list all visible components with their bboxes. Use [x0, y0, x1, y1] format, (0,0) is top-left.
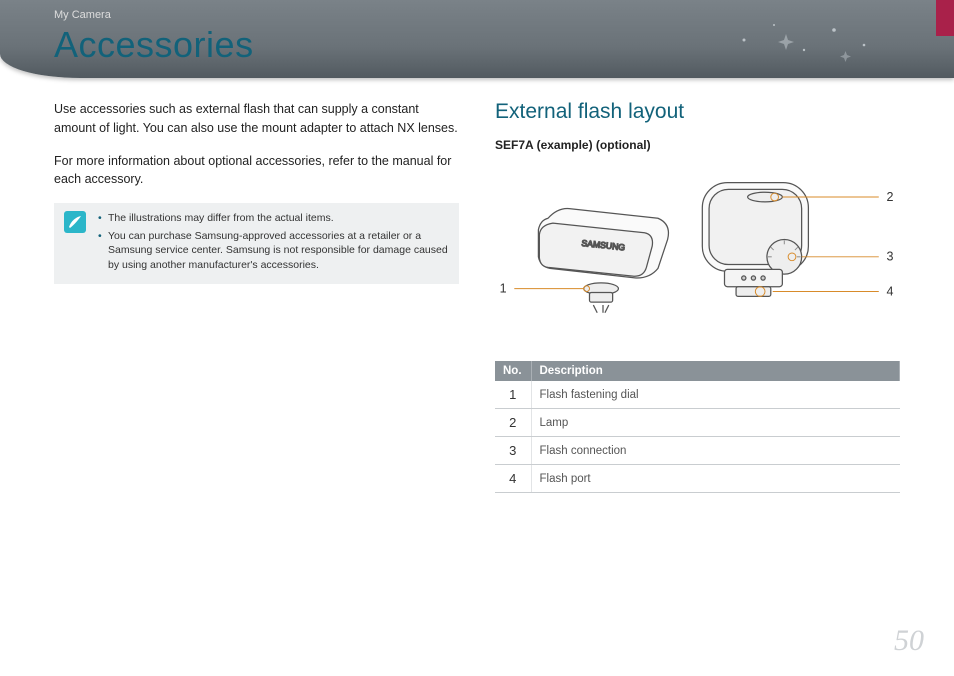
table-row: 4 Flash port [495, 465, 900, 493]
model-subhead: SEF7A (example) (optional) [495, 138, 900, 152]
cell-no: 3 [495, 437, 531, 465]
intro-paragraph-2: For more information about optional acce… [54, 152, 459, 190]
table-row: 1 Flash fastening dial [495, 381, 900, 409]
note-item: The illustrations may differ from the ac… [98, 211, 449, 226]
page-number: 50 [894, 624, 924, 658]
col-header-desc: Description [531, 361, 900, 381]
cell-desc: Flash port [531, 465, 900, 493]
table-row: 3 Flash connection [495, 437, 900, 465]
svg-text:2: 2 [887, 190, 894, 204]
col-header-no: No. [495, 361, 531, 381]
flash-rear-view [702, 183, 808, 297]
note-box: The illustrations may differ from the ac… [54, 203, 459, 284]
sparkle-decoration [724, 10, 884, 70]
section-title: External flash layout [495, 100, 900, 124]
note-icon [64, 211, 86, 233]
brand-accent [936, 0, 954, 36]
table-row: 2 Lamp [495, 409, 900, 437]
page-title: Accessories [54, 24, 254, 66]
callout-1: 1 [500, 282, 590, 296]
cell-no: 2 [495, 409, 531, 437]
note-item: You can purchase Samsung-approved access… [98, 229, 449, 273]
cell-no: 4 [495, 465, 531, 493]
cell-desc: Lamp [531, 409, 900, 437]
intro-paragraph-1: Use accessories such as external flash t… [54, 100, 459, 138]
svg-text:4: 4 [887, 284, 894, 298]
note-list: The illustrations may differ from the ac… [98, 211, 449, 276]
breadcrumb: My Camera [54, 9, 111, 21]
content-area: Use accessories such as external flash t… [54, 100, 900, 493]
svg-text:1: 1 [500, 282, 507, 296]
flash-front-view: SAMSUNG [538, 209, 668, 313]
right-column: External flash layout SEF7A (example) (o… [495, 100, 900, 493]
cell-no: 1 [495, 381, 531, 409]
flash-diagram: SAMSUNG 1 [495, 162, 900, 342]
parts-table: No. Description 1 Flash fastening dial 2… [495, 361, 900, 493]
svg-text:3: 3 [887, 250, 894, 264]
header-band: My Camera Accessories [0, 0, 954, 78]
left-column: Use accessories such as external flash t… [54, 100, 459, 493]
cell-desc: Flash fastening dial [531, 381, 900, 409]
cell-desc: Flash connection [531, 437, 900, 465]
table-header-row: No. Description [495, 361, 900, 381]
